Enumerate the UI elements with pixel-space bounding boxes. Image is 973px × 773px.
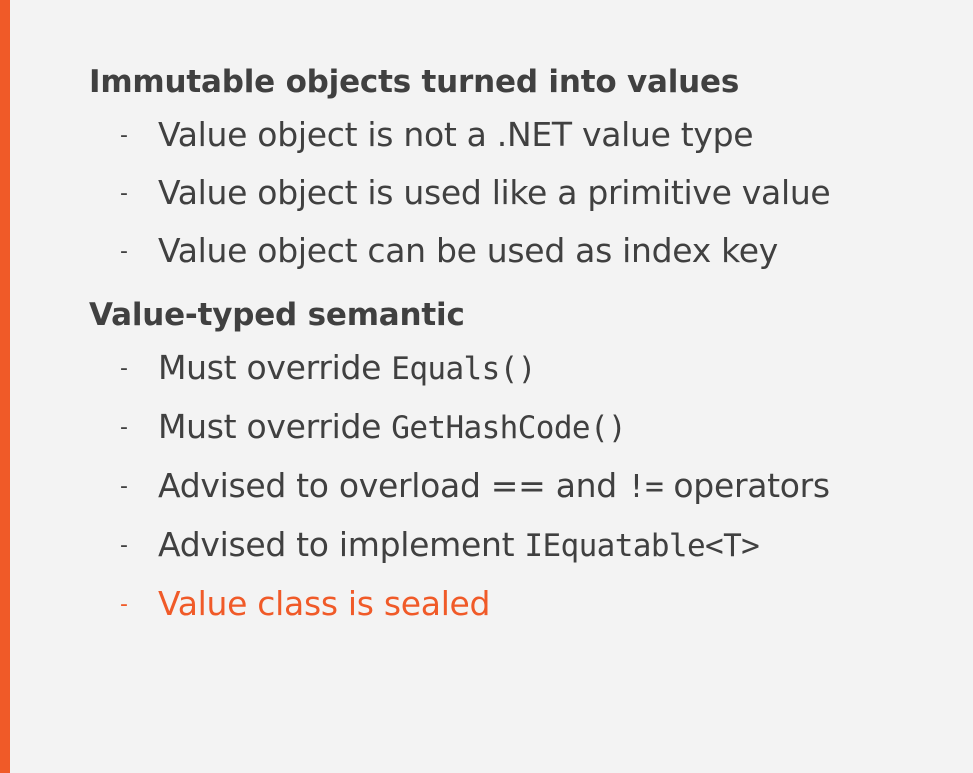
section-heading-immutable-objects: Immutable objects turned into values	[89, 64, 740, 100]
slide-content: Immutable objects turned into values - Va…	[89, 58, 973, 644]
bullet-dash: -	[120, 356, 128, 381]
bullet-item: - Value object is used like a primitive v…	[89, 164, 973, 222]
bullet-text: Must override	[158, 407, 392, 446]
bullet-dash: -	[120, 533, 128, 558]
bullet-text: Advised to overload == and	[158, 466, 628, 505]
bullet-dash: -	[120, 415, 128, 440]
bullet-text: Must override	[158, 348, 392, 387]
bullet-item: - Advised to overload == and != operators	[89, 457, 973, 516]
bullet-text: Value class is sealed	[158, 584, 491, 623]
bullet-dash: -	[120, 123, 128, 148]
code-not-equals-operator: !=	[627, 469, 664, 505]
code-gethashcode: GetHashCode()	[391, 410, 627, 446]
accent-bar	[0, 0, 10, 773]
bullet-item-highlighted: - Value class is sealed	[89, 575, 973, 633]
bullet-item: - Advised to implement IEquatable<T>	[89, 516, 973, 575]
bullet-dash: -	[120, 474, 128, 499]
bullet-dash: -	[120, 592, 128, 617]
code-equals: Equals()	[391, 351, 536, 387]
bullet-text: Advised to implement	[158, 525, 525, 564]
bullet-dash: -	[120, 239, 128, 264]
bullet-item: - Value object is not a .NET value type	[89, 106, 973, 164]
bullet-text: Value object is not a .NET value type	[158, 115, 754, 154]
bullet-item: - Value object can be used as index key	[89, 222, 973, 280]
bullet-dash: -	[120, 181, 128, 206]
bullet-list-immutable-objects: - Value object is not a .NET value type -…	[89, 106, 973, 280]
bullet-text: Value object can be used as index key	[158, 231, 778, 270]
code-iequatable: IEquatable<T>	[524, 528, 760, 564]
bullet-text-after: operators	[663, 466, 830, 505]
bullet-text: Value object is used like a primitive va…	[158, 173, 831, 212]
bullet-item: - Must override Equals()	[89, 339, 973, 398]
section-heading-value-typed-semantic: Value-typed semantic	[89, 297, 465, 333]
bullet-item: - Must override GetHashCode()	[89, 398, 973, 457]
bullet-list-value-typed-semantic: - Must override Equals() - Must override G…	[89, 339, 973, 633]
